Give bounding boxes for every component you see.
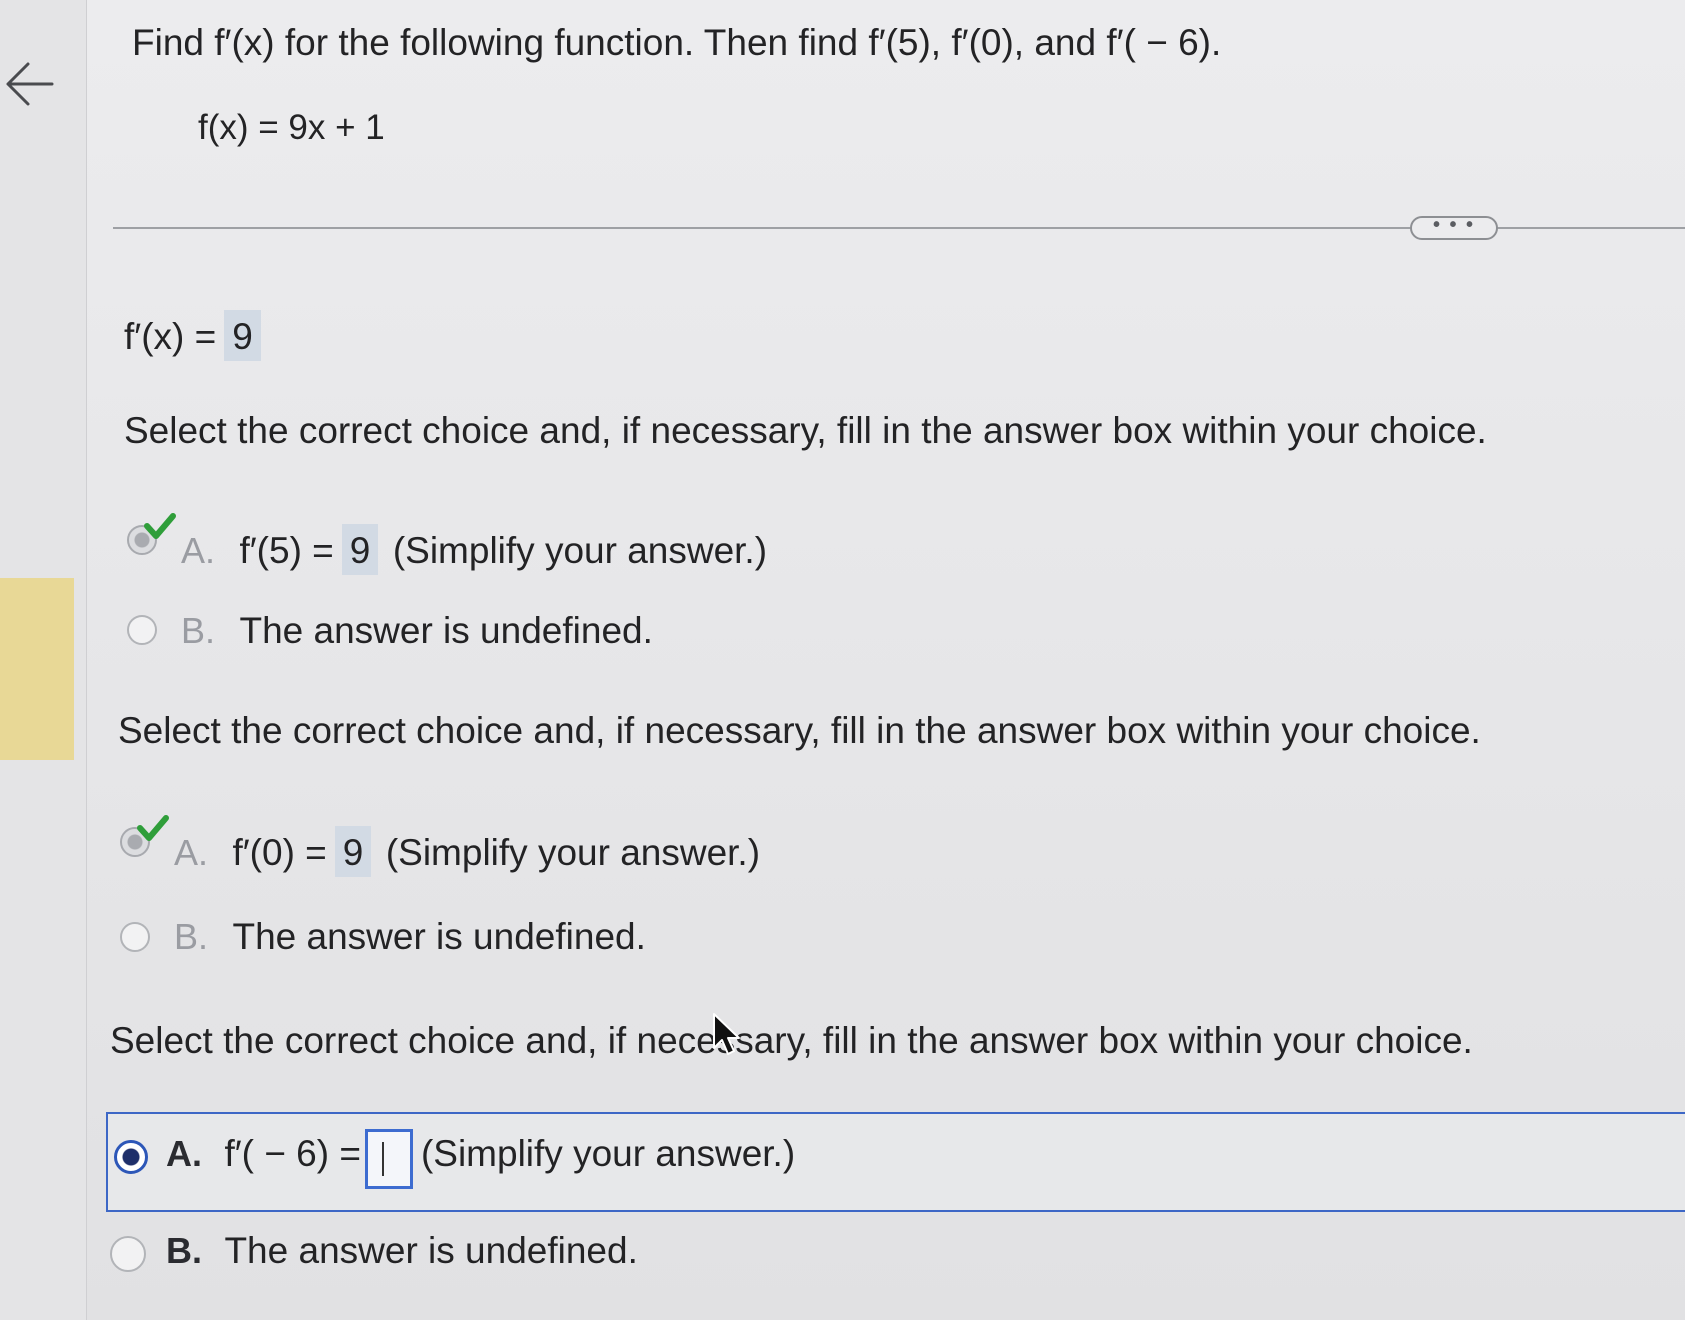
part3-choice-b[interactable]: B. The answer is undefined. bbox=[166, 1230, 638, 1272]
choice-letter: B. bbox=[166, 1230, 202, 1271]
choice-letter: B. bbox=[181, 610, 216, 651]
check-icon bbox=[144, 513, 176, 539]
page: Find f′(x) for the following function. T… bbox=[0, 0, 1685, 1320]
part3-instruction: Select the correct choice and, if necess… bbox=[110, 1020, 1473, 1061]
choice-expression: f′(0) = bbox=[232, 832, 327, 873]
part1-choice-b-radio[interactable] bbox=[127, 615, 157, 645]
choice-letter: A. bbox=[166, 1133, 202, 1175]
part3-choice-b-radio[interactable] bbox=[110, 1236, 146, 1272]
choice-hint: (Simplify your answer.) bbox=[420, 1133, 796, 1175]
choice-text: The answer is undefined. bbox=[239, 610, 653, 651]
mouse-pointer-icon bbox=[713, 1013, 740, 1055]
part2-choice-b-radio[interactable] bbox=[120, 922, 150, 952]
check-icon bbox=[137, 815, 169, 841]
part1-choice-b[interactable]: B. The answer is undefined. bbox=[181, 610, 653, 652]
derivative-answer: f′(x) = 9 bbox=[124, 310, 261, 361]
part1-answer-box[interactable]: 9 bbox=[341, 524, 379, 575]
choice-hint: (Simplify your answer.) bbox=[385, 832, 761, 873]
choice-letter: B. bbox=[174, 916, 209, 957]
back-arrow-icon[interactable] bbox=[2, 56, 58, 112]
choice-letter: A. bbox=[181, 530, 216, 571]
function-definition: f(x) = 9x + 1 bbox=[198, 108, 385, 147]
part1-choice-a[interactable]: A. f′(5) = 9 (Simplify your answer.) bbox=[181, 524, 767, 575]
part2-choice-a[interactable]: A. f′(0) = 9 (Simplify your answer.) bbox=[174, 826, 760, 877]
choice-letter: A. bbox=[174, 832, 209, 873]
rail-highlight bbox=[0, 578, 74, 760]
part2-answer-box[interactable]: 9 bbox=[334, 826, 372, 877]
part3-answer-input[interactable] bbox=[364, 1129, 413, 1189]
part3-choice-a[interactable]: A. f′( − 6) = (Simplify your answer.) bbox=[166, 1129, 796, 1192]
choice-hint: (Simplify your answer.) bbox=[392, 530, 768, 571]
choice-text: The answer is undefined. bbox=[232, 916, 646, 957]
more-options-button[interactable]: • • • bbox=[1410, 215, 1498, 240]
text-caret bbox=[381, 1142, 384, 1176]
part1-instruction: Select the correct choice and, if necess… bbox=[124, 410, 1487, 451]
question-prompt: Find f′(x) for the following function. T… bbox=[132, 22, 1222, 63]
choice-expression: f′( − 6) = bbox=[224, 1133, 361, 1175]
derivative-answer-box[interactable]: 9 bbox=[224, 310, 261, 361]
choice-text: The answer is undefined. bbox=[224, 1230, 638, 1271]
part2-instruction: Select the correct choice and, if necess… bbox=[118, 710, 1481, 751]
choice-expression: f′(5) = bbox=[239, 530, 334, 571]
derivative-label: f′(x) = bbox=[124, 316, 217, 357]
part2-choice-b[interactable]: B. The answer is undefined. bbox=[174, 916, 646, 958]
left-rail bbox=[0, 0, 87, 1320]
part3-choice-a-radio[interactable] bbox=[114, 1140, 148, 1174]
